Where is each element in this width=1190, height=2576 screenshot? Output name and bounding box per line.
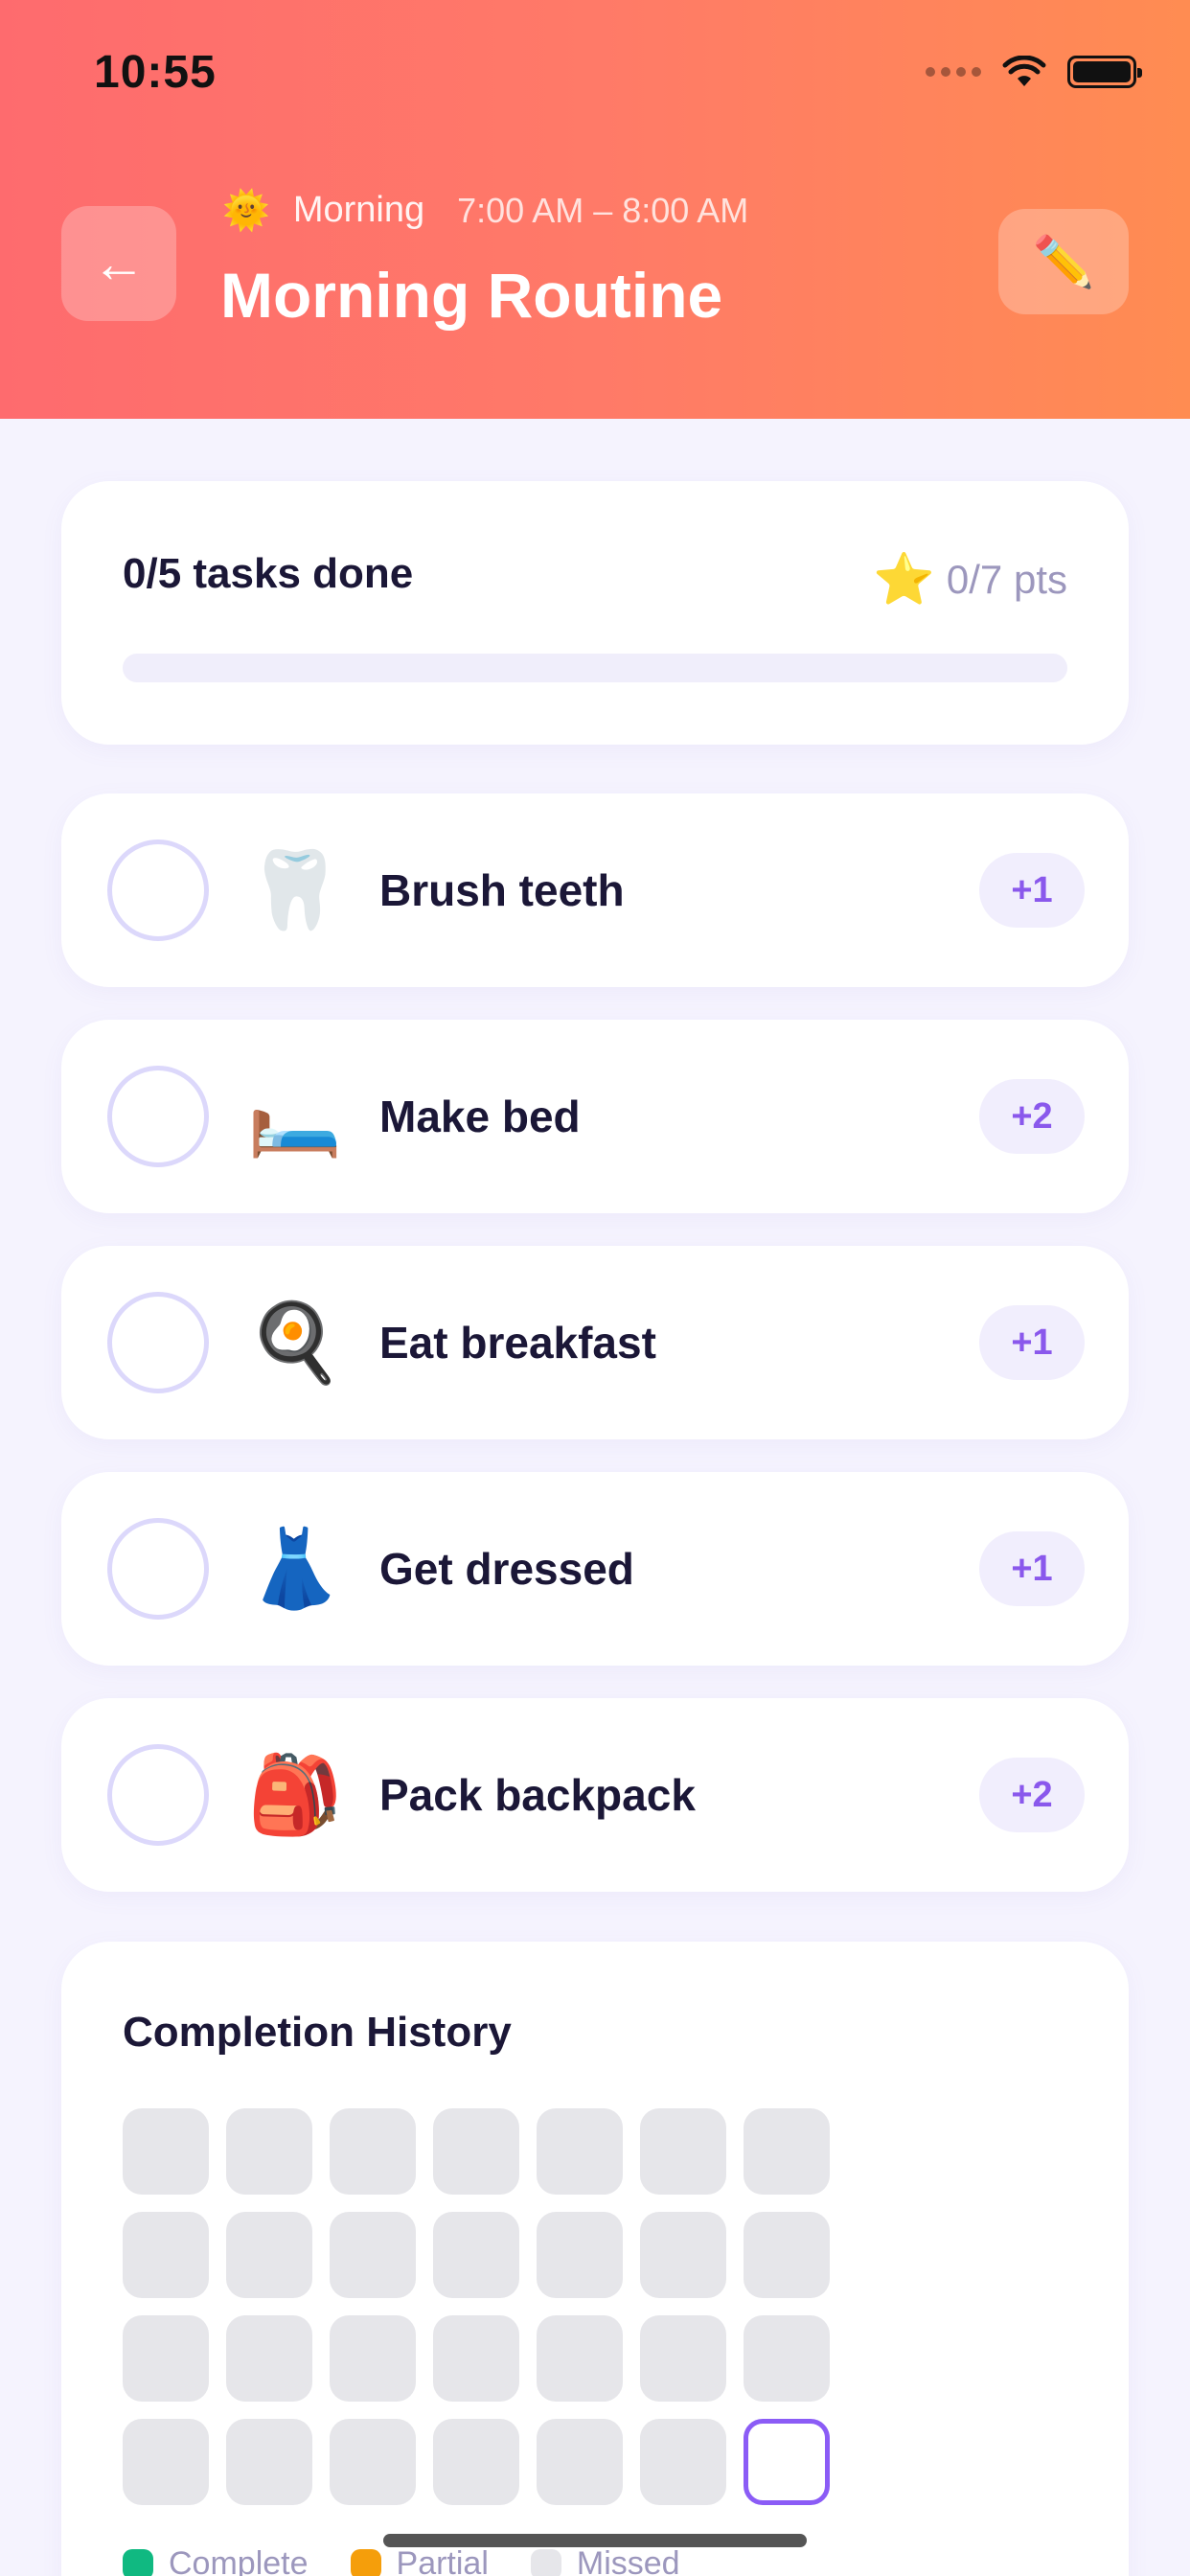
status-icons [926,56,1142,88]
cellular-signal-icon [926,67,981,77]
history-day-missed [330,2419,416,2505]
routine-header: 10:55 ← 🌞 Morning 7:00 AM – 8:00 AM Morn… [0,0,1190,419]
app-screen: 10:55 ← 🌞 Morning 7:00 AM – 8:00 AM Morn… [0,0,1190,2576]
history-day-missed [433,2108,519,2195]
task-label: Get dressed [379,1544,634,1594]
backpack-icon: 🎒 [247,1752,343,1837]
history-day-missed [433,2212,519,2298]
task-item-pack-backpack[interactable]: 🎒 Pack backpack +2 [61,1698,1129,1892]
history-day-missed [640,2315,726,2402]
arrow-left-icon: ← [92,233,146,293]
history-day-missed [640,2212,726,2298]
history-day-missed [744,2315,830,2402]
completion-history-title: Completion History [123,2009,512,2056]
tasks-done-count: 0/5 tasks done [123,550,414,597]
task-item-get-dressed[interactable]: 👗 Get dressed +1 [61,1472,1129,1666]
frying-pan-icon: 🍳 [247,1300,343,1385]
history-day-missed [123,2108,209,2195]
points-count: 0/7 pts [946,556,1067,602]
history-day-today [744,2419,830,2505]
history-day-missed [226,2315,312,2402]
history-legend: Complete Partial Missed [123,2545,680,2576]
wifi-icon [1002,56,1046,86]
history-day-missed [226,2108,312,2195]
legend-swatch-complete [123,2548,153,2576]
legend-item-complete: Complete [123,2545,309,2576]
bed-icon: 🛏️ [247,1073,343,1159]
task-label: Pack backpack [379,1770,696,1820]
completion-history-card: Completion History Complete Partial Miss… [61,1942,1129,2576]
history-day-missed [330,2108,416,2195]
history-day-missed [433,2419,519,2505]
tooth-icon: 🦷 [247,847,343,932]
dress-icon: 👗 [247,1526,343,1611]
legend-item-missed: Missed [530,2545,680,2576]
task-points-badge: +2 [979,1079,1085,1154]
task-label: Eat breakfast [379,1318,656,1368]
history-day-missed [744,2212,830,2298]
history-day-missed [537,2419,623,2505]
task-points-badge: +1 [979,853,1085,928]
history-day-missed [226,2212,312,2298]
status-bar: 10:55 [0,0,1190,144]
legend-label: Complete [169,2545,309,2576]
history-day-missed [330,2315,416,2402]
legend-label: Missed [576,2545,680,2576]
task-item-make-bed[interactable]: 🛏️ Make bed +2 [61,1020,1129,1213]
legend-label: Partial [396,2545,489,2576]
routine-time-range: 7:00 AM – 8:00 AM [457,190,749,230]
task-checkbox[interactable] [107,1518,209,1620]
legend-swatch-missed [530,2548,561,2576]
completion-history-grid [123,2108,830,2505]
history-day-missed [537,2108,623,2195]
task-checkbox[interactable] [107,840,209,941]
task-checkbox[interactable] [107,1066,209,1167]
history-day-missed [123,2419,209,2505]
legend-item-partial: Partial [350,2545,489,2576]
star-icon: ⭐ [873,552,935,608]
task-item-eat-breakfast[interactable]: 🍳 Eat breakfast +1 [61,1246,1129,1439]
history-day-missed [123,2212,209,2298]
history-day-missed [330,2212,416,2298]
task-points-badge: +1 [979,1531,1085,1606]
task-points-badge: +1 [979,1305,1085,1380]
history-day-missed [537,2315,623,2402]
back-button[interactable]: ← [61,206,176,321]
history-day-missed [640,2419,726,2505]
points-summary: ⭐ 0/7 pts [873,550,1067,609]
task-checkbox[interactable] [107,1292,209,1393]
history-day-missed [640,2108,726,2195]
task-checkbox[interactable] [107,1744,209,1846]
home-indicator [383,2534,807,2547]
sun-icon: 🌞 [222,190,270,232]
task-label: Brush teeth [379,865,625,915]
progress-summary-card: 0/5 tasks done ⭐ 0/7 pts [61,481,1129,745]
page-title: Morning Routine [220,260,723,331]
task-points-badge: +2 [979,1758,1085,1832]
status-time: 10:55 [94,47,217,98]
history-day-missed [123,2315,209,2402]
history-day-missed [537,2212,623,2298]
legend-swatch-partial [350,2548,381,2576]
history-day-missed [226,2419,312,2505]
history-day-missed [433,2315,519,2402]
pencil-icon: ✏️ [1032,234,1095,290]
task-item-brush-teeth[interactable]: 🦷 Brush teeth +1 [61,794,1129,987]
routine-period: Morning [292,190,425,230]
routine-meta: 🌞 Morning 7:00 AM – 8:00 AM [222,188,748,233]
battery-icon [1067,56,1142,88]
progress-bar [123,654,1067,682]
history-day-missed [744,2108,830,2195]
task-label: Make bed [379,1092,581,1141]
edit-button[interactable]: ✏️ [998,209,1129,314]
